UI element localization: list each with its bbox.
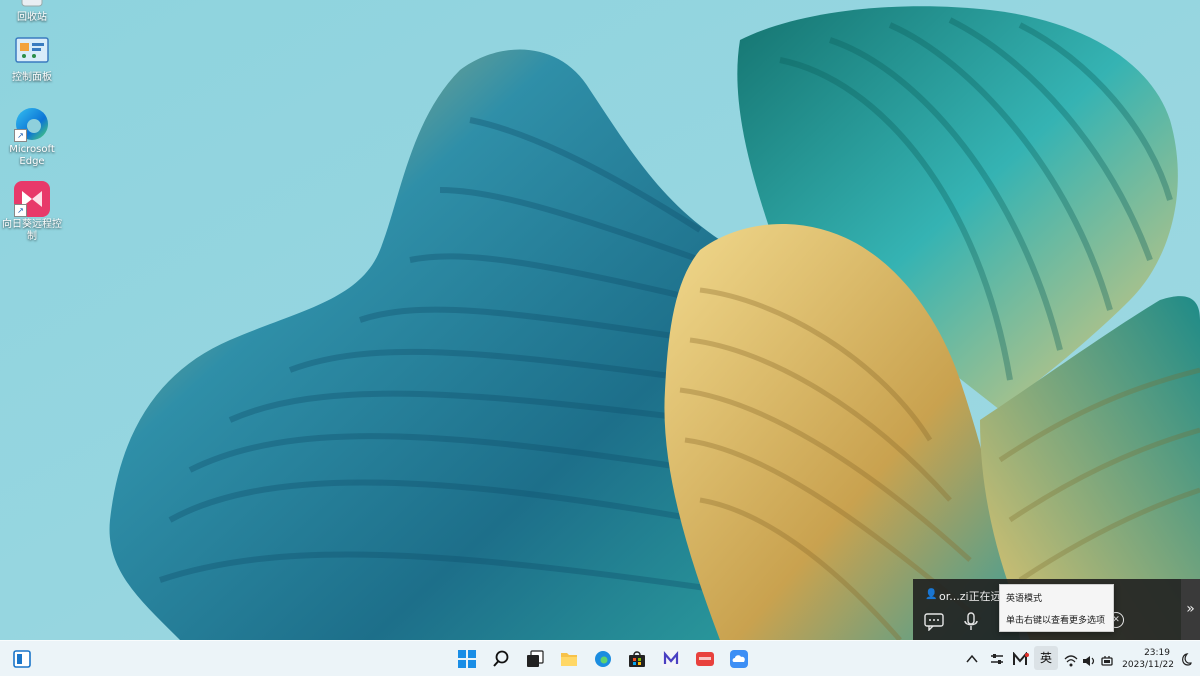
start-button[interactable] bbox=[458, 650, 476, 668]
shortcut-arrow-icon: ↗ bbox=[14, 204, 27, 217]
windows-start-icon bbox=[458, 650, 476, 668]
speaker-icon bbox=[1083, 656, 1095, 666]
clock-date: 2023/11/22 bbox=[1122, 660, 1174, 670]
taskbar: 英 23:19 2023/11/22 bbox=[0, 640, 1200, 676]
huawei-app-button[interactable] bbox=[696, 650, 714, 668]
ime-mode-label: 英 bbox=[1039, 651, 1052, 665]
edge-icon bbox=[595, 651, 611, 667]
widgets-button[interactable] bbox=[13, 650, 31, 668]
widgets-icon bbox=[13, 650, 31, 668]
search-button[interactable] bbox=[492, 650, 510, 668]
store-icon bbox=[629, 651, 645, 667]
microphone-icon bbox=[964, 612, 978, 630]
search-icon bbox=[493, 650, 509, 667]
store-button[interactable] bbox=[628, 650, 646, 668]
task-view-icon bbox=[527, 650, 544, 667]
desktop-icon-label: 向日葵远程控制 bbox=[2, 219, 62, 242]
cloud-icon bbox=[730, 650, 748, 668]
user-icon: 👤 bbox=[925, 589, 938, 600]
file-explorer-button[interactable] bbox=[560, 650, 578, 668]
tooltip-hint: 单击右键以查看更多选项 bbox=[1006, 616, 1106, 626]
power-plug-icon bbox=[1101, 656, 1113, 666]
wifi-icon bbox=[1064, 655, 1078, 667]
double-chevron-right-icon: » bbox=[1186, 601, 1195, 617]
ime-mode-button[interactable]: 英 bbox=[1034, 646, 1058, 670]
cloud-app-button[interactable] bbox=[730, 650, 748, 668]
notification-button[interactable] bbox=[1178, 652, 1196, 670]
desktop-icon-sunlogin[interactable]: ↗ 向日葵远程控制 bbox=[0, 181, 64, 243]
m-app-icon bbox=[662, 650, 680, 668]
m-app-tray-icon bbox=[1013, 651, 1029, 665]
sunlogin-icon: ↗ bbox=[14, 181, 50, 217]
desktop-icon-label: Microsoft Edge bbox=[9, 144, 55, 167]
recycle-bin-icon bbox=[14, 0, 50, 10]
ime-mode-tooltip: 英语模式 单击右键以查看更多选项 bbox=[999, 584, 1114, 632]
folder-icon bbox=[561, 653, 577, 666]
battery-button[interactable] bbox=[1100, 652, 1118, 670]
clock-button[interactable]: 23:19 2023/11/22 bbox=[1122, 647, 1174, 673]
network-button[interactable] bbox=[1064, 652, 1082, 670]
chevron-up-icon bbox=[966, 654, 978, 663]
sliders-icon bbox=[991, 654, 1003, 664]
edge-icon: ↗ bbox=[14, 106, 50, 142]
tray-m-app-button[interactable] bbox=[1013, 651, 1031, 669]
edge-taskbar-button[interactable] bbox=[594, 650, 612, 668]
control-panel-icon bbox=[14, 34, 50, 70]
microphone-button[interactable] bbox=[962, 611, 980, 631]
desktop-icon-control-panel[interactable]: 控制面板 bbox=[0, 34, 64, 84]
volume-button[interactable] bbox=[1082, 652, 1100, 670]
clock-time: 23:19 bbox=[1144, 648, 1170, 658]
huawei-app-icon bbox=[696, 652, 714, 666]
desktop-icon-label: 控制面板 bbox=[12, 72, 52, 83]
moon-icon bbox=[1182, 653, 1192, 666]
tray-settings-button[interactable] bbox=[990, 651, 1008, 669]
chat-icon bbox=[924, 613, 944, 632]
show-hidden-icons-button[interactable] bbox=[965, 651, 983, 669]
desktop-icon-edge[interactable]: ↗ Microsoft Edge bbox=[0, 106, 64, 168]
tooltip-title: 英语模式 bbox=[1006, 594, 1043, 604]
chat-button[interactable] bbox=[923, 611, 945, 632]
desktop-wallpaper bbox=[0, 0, 1200, 640]
task-view-button[interactable] bbox=[526, 650, 544, 668]
desktop-icon-recycle-bin[interactable]: 回收站 bbox=[0, 0, 64, 24]
desktop-icon-label: 回收站 bbox=[17, 12, 47, 23]
expand-panel-button[interactable]: » bbox=[1181, 579, 1200, 640]
app-button-m[interactable] bbox=[662, 650, 680, 668]
shortcut-arrow-icon: ↗ bbox=[14, 129, 27, 142]
